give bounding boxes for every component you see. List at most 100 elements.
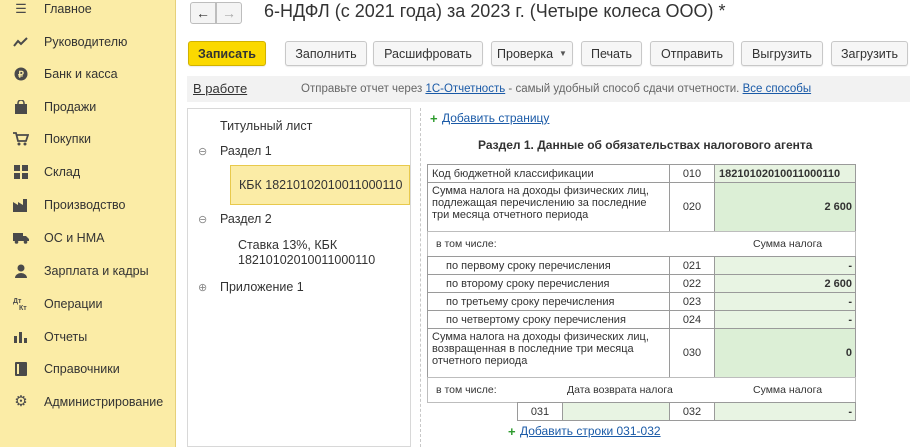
hint-text: Отправьте отчет через [301, 83, 426, 95]
row-022-label: по второму сроку перечисления [427, 274, 670, 293]
row-023-value-field[interactable]: - [714, 292, 856, 311]
decode-button[interactable]: Расшифровать [373, 41, 483, 66]
sidebar-item-salary[interactable]: Зарплата и кадры [0, 254, 176, 287]
caret-down-icon: ▼ [559, 49, 567, 58]
line-code: 031 [517, 402, 563, 421]
collapse-icon[interactable]: ⊖ [198, 145, 207, 158]
sidebar-item-label: Банк и касса [44, 66, 118, 81]
person-icon [13, 263, 29, 279]
sidebar-item-main[interactable]: ☰ Главное [0, 0, 176, 25]
svg-text:Дт: Дт [13, 298, 22, 305]
tree-item-rate-line1[interactable]: Ставка 13%, КБК [238, 238, 337, 252]
section-title: Раздел 1. Данные об обязательствах налог… [478, 138, 813, 152]
including-header-row: в том числе: Сумма налога [427, 231, 856, 257]
cart-icon [13, 131, 29, 147]
row-023-label: по третьему сроку перечисления [427, 292, 670, 311]
row-031-date-field[interactable] [562, 402, 670, 421]
hint-text: - самый удобный способ сдачи отчетности. [505, 83, 743, 95]
gear-icon: ⚙ [14, 392, 28, 410]
page-guide [420, 108, 421, 447]
line-code: 024 [669, 310, 715, 329]
row-021-value-field[interactable]: - [714, 256, 856, 275]
factory-icon [13, 197, 29, 213]
sidebar-item-purchases[interactable]: Покупки [0, 122, 176, 155]
including-label: в том числе: [436, 384, 497, 396]
row-024-value-field[interactable]: - [714, 310, 856, 329]
return-header-row: в том числе: Дата возврата налога Сумма … [427, 377, 856, 403]
row-022-value-field[interactable]: 2 600 [714, 274, 856, 293]
check-button-label: Проверка [497, 46, 554, 61]
collapse-icon[interactable]: ⊖ [198, 213, 207, 226]
status-link[interactable]: В работе [193, 81, 247, 96]
sidebar-item-operations[interactable]: Дт Кт Операции [0, 287, 176, 320]
send-hint: Отправьте отчет через 1С-Отчетность - са… [301, 83, 811, 95]
sidebar-item-label: Склад [44, 164, 81, 179]
row-032-value-field[interactable]: - [714, 402, 856, 421]
check-dropdown-button[interactable]: Проверка ▼ [491, 41, 573, 66]
load-button[interactable]: Загрузить [831, 41, 908, 66]
menu-icon: ☰ [15, 0, 27, 16]
back-button[interactable]: ← [190, 2, 216, 24]
sidebar-item-label: Производство [44, 197, 126, 212]
return-sum-header: Сумма налога [753, 384, 823, 396]
arrow-left-icon: ← [196, 5, 210, 21]
row-020-value-field[interactable]: 2 600 [714, 182, 856, 232]
tree-item-rate-line2[interactable]: 18210102010011000110 [238, 253, 375, 267]
line-code: 022 [669, 274, 715, 293]
upload-button[interactable]: Выгрузить [741, 41, 823, 66]
tree-item-section2[interactable]: Раздел 2 [220, 212, 272, 226]
chart-trend-icon [13, 34, 29, 50]
sidebar-item-label: ОС и НМА [44, 230, 105, 245]
page-title: 6-НДФЛ (с 2021 года) за 2023 г. (Четыре … [264, 1, 726, 21]
expand-icon[interactable]: ⊕ [198, 281, 207, 294]
svg-text:Кт: Кт [19, 305, 27, 311]
line-code: 023 [669, 292, 715, 311]
bar-chart-icon [13, 329, 29, 345]
add-page-link[interactable]: Добавить страницу [442, 111, 549, 125]
tree-item-title-sheet[interactable]: Титульный лист [220, 119, 312, 133]
sidebar-item-manager[interactable]: Руководителю [0, 25, 176, 58]
print-button[interactable]: Печать [581, 41, 642, 66]
line-code: 020 [669, 182, 715, 232]
shopping-bag-icon [13, 99, 29, 115]
sidebar-item-label: Операции [44, 296, 103, 311]
sidebar-item-production[interactable]: Производство [0, 188, 176, 221]
sidebar-item-label: Справочники [44, 361, 120, 376]
row-024-label: по четвертому сроку перечисления [427, 310, 670, 329]
svg-text:₽: ₽ [18, 69, 24, 79]
sidebar-item-bank[interactable]: ₽ Банк и касса [0, 57, 176, 90]
forward-button[interactable]: → [216, 2, 242, 24]
plus-icon: + [508, 424, 516, 439]
sidebar-item-reports[interactable]: Отчеты [0, 320, 176, 353]
kbk-value-field[interactable]: 18210102010011000110 [714, 164, 856, 183]
sidebar-item-warehouse[interactable]: Склад [0, 155, 176, 188]
coin-icon: ₽ [13, 66, 29, 82]
sidebar-item-label: Зарплата и кадры [44, 263, 149, 278]
reporting-service-link[interactable]: 1С-Отчетность [425, 83, 505, 95]
tree-item-appendix1[interactable]: Приложение 1 [220, 280, 304, 294]
all-methods-link[interactable]: Все способы [743, 83, 812, 95]
sidebar-item-label: Продажи [44, 99, 97, 114]
row-030-value-field[interactable]: 0 [714, 328, 856, 378]
sidebar-item-label: Покупки [44, 131, 92, 146]
sidebar: ☰ Главное Руководителю ₽ Банк и касса Пр… [0, 0, 176, 447]
including-label: в том числе: [436, 238, 497, 250]
row-021-label: по первому сроку перечисления [427, 256, 670, 275]
book-icon [13, 361, 29, 377]
sidebar-item-label: Главное [44, 1, 92, 16]
tree-item-kbk[interactable]: КБК 18210102010011000110 [230, 165, 410, 205]
report-structure-tree: Титульный лист ⊖ Раздел 1 КБК 1821010201… [187, 108, 411, 447]
send-button[interactable]: Отправить [650, 41, 734, 66]
sidebar-item-admin[interactable]: ⚙ Администрирование [0, 385, 176, 418]
fill-button[interactable]: Заполнить [285, 41, 367, 66]
add-rows-link[interactable]: Добавить строки 031-032 [520, 424, 661, 438]
arrow-right-icon: → [222, 5, 236, 21]
save-button[interactable]: Записать [188, 41, 266, 66]
tree-item-section1[interactable]: Раздел 1 [220, 144, 272, 158]
sidebar-item-directories[interactable]: Справочники [0, 352, 176, 385]
sidebar-item-sales[interactable]: Продажи [0, 90, 176, 123]
truck-icon [13, 230, 29, 246]
plus-icon: + [430, 111, 438, 126]
sidebar-item-assets[interactable]: ОС и НМА [0, 221, 176, 254]
line-code: 030 [669, 328, 715, 378]
